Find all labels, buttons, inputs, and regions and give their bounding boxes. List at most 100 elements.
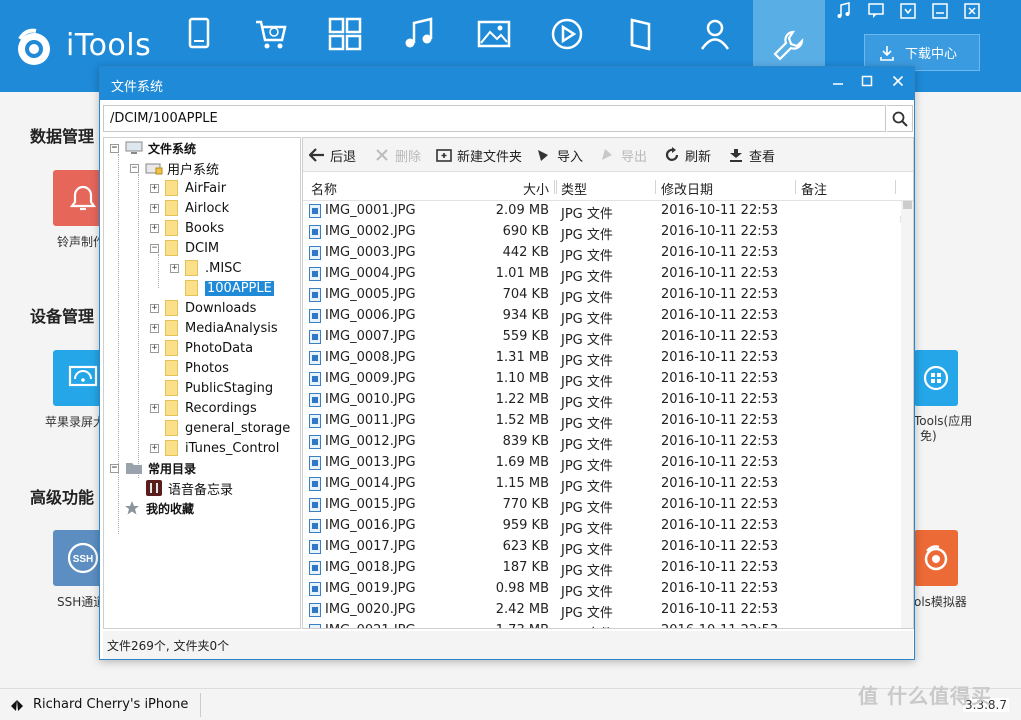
- tab-music[interactable]: [383, 0, 455, 68]
- scrollbar-thumb[interactable]: [903, 201, 912, 209]
- delete-button[interactable]: 删除: [374, 146, 421, 165]
- tree-folder[interactable]: + .MISC: [170, 258, 242, 278]
- file-row[interactable]: IMG_0014.JPG 1.15 MB JPG 文件 2016-10-11 22:5…: [303, 474, 901, 495]
- collapse-icon[interactable]: −: [150, 243, 159, 253]
- import-button[interactable]: 导入: [536, 146, 583, 165]
- column-separator[interactable]: [556, 180, 557, 194]
- tree-folder[interactable]: + AirFair: [150, 178, 226, 198]
- tree-root[interactable]: − 文件系统: [110, 138, 196, 158]
- tab-books[interactable]: [605, 0, 677, 68]
- collapse-icon[interactable]: −: [110, 463, 119, 473]
- feedback-icon[interactable]: [867, 2, 885, 20]
- tree-folder[interactable]: Photos: [165, 358, 229, 378]
- tree-folder-selected[interactable]: 100APPLE: [185, 278, 274, 298]
- file-row[interactable]: IMG_0021.JPG 1.73 MB JPG 文件 2016-10-11 22:5…: [303, 621, 901, 628]
- view-button[interactable]: 查看: [728, 146, 775, 165]
- path-input[interactable]: /DCIM/100APPLE: [103, 105, 886, 132]
- file-date: 2016-10-11 22:53: [661, 476, 779, 491]
- path-search-button[interactable]: [887, 105, 913, 132]
- file-row[interactable]: IMG_0018.JPG 187 KB JPG 文件 2016-10-11 22:53: [303, 558, 901, 579]
- dialog-titlebar[interactable]: 文件系统: [100, 67, 914, 100]
- file-row[interactable]: IMG_0008.JPG 1.31 MB JPG 文件 2016-10-11 22:5…: [303, 348, 901, 369]
- tree-folder[interactable]: + Recordings: [150, 398, 257, 418]
- file-name: IMG_0008.JPG: [325, 350, 416, 365]
- expand-icon[interactable]: +: [170, 263, 179, 273]
- tab-app-store[interactable]: [235, 0, 307, 68]
- tree-folder[interactable]: PublicStaging: [165, 378, 273, 398]
- watermark: 值 什么值得买: [858, 684, 992, 708]
- tree-folder[interactable]: + MediaAnalysis: [150, 318, 278, 338]
- refresh-button[interactable]: 刷新: [664, 146, 711, 165]
- new-folder-button[interactable]: 新建文件夹: [436, 146, 522, 165]
- collapse-icon[interactable]: −: [130, 163, 139, 173]
- file-row[interactable]: IMG_0007.JPG 559 KB JPG 文件 2016-10-11 22:53: [303, 327, 901, 348]
- expand-icon[interactable]: +: [150, 183, 159, 193]
- device-name[interactable]: Richard Cherry's iPhone: [33, 697, 188, 712]
- music-note-icon[interactable]: [835, 2, 853, 20]
- tree-folder[interactable]: + PhotoData: [150, 338, 253, 358]
- tree-folder[interactable]: + Airlock: [150, 198, 229, 218]
- file-row[interactable]: IMG_0012.JPG 839 KB JPG 文件 2016-10-11 22:53: [303, 432, 901, 453]
- tree-folder-label: 100APPLE: [205, 280, 274, 296]
- column-modified[interactable]: 修改日期: [661, 179, 713, 198]
- export-button[interactable]: 导出: [600, 146, 647, 165]
- tree-folder[interactable]: + iTunes_Control: [150, 438, 279, 458]
- tree-user-system[interactable]: − 用户系统: [130, 158, 219, 178]
- tree-folder[interactable]: + Downloads: [150, 298, 256, 318]
- tab-apps[interactable]: [309, 0, 381, 68]
- file-row[interactable]: IMG_0002.JPG 690 KB JPG 文件 2016-10-11 22:53: [303, 222, 901, 243]
- column-type[interactable]: 类型: [561, 179, 587, 198]
- file-row[interactable]: IMG_0004.JPG 1.01 MB JPG 文件 2016-10-11 22:5…: [303, 264, 901, 285]
- tab-contacts[interactable]: [679, 0, 751, 68]
- tab-photos[interactable]: [458, 0, 530, 68]
- dialog-close-button[interactable]: [887, 72, 909, 90]
- tree-voice-memo[interactable]: 语音备忘录: [146, 478, 233, 498]
- vertical-scrollbar[interactable]: [901, 201, 913, 628]
- close-icon[interactable]: [963, 2, 981, 20]
- tree-folder[interactable]: general_storage: [165, 418, 290, 438]
- column-size[interactable]: 大小: [523, 179, 549, 198]
- file-row[interactable]: IMG_0009.JPG 1.10 MB JPG 文件 2016-10-11 22:5…: [303, 369, 901, 390]
- emulator-tile[interactable]: [914, 530, 958, 586]
- expand-icon[interactable]: +: [150, 323, 159, 333]
- itools-app-tile[interactable]: [914, 350, 958, 406]
- file-row[interactable]: IMG_0019.JPG 0.98 MB JPG 文件 2016-10-11 22:5…: [303, 579, 901, 600]
- column-separator[interactable]: [655, 180, 656, 194]
- file-row[interactable]: IMG_0013.JPG 1.69 MB JPG 文件 2016-10-11 22:5…: [303, 453, 901, 474]
- tree-favorites[interactable]: 我的收藏: [124, 498, 194, 518]
- expand-icon[interactable]: +: [150, 303, 159, 313]
- file-row[interactable]: IMG_0011.JPG 1.52 MB JPG 文件 2016-10-11 22:5…: [303, 411, 901, 432]
- file-row[interactable]: IMG_0005.JPG 704 KB JPG 文件 2016-10-11 22:53: [303, 285, 901, 306]
- column-name[interactable]: 名称: [311, 179, 337, 198]
- tree-common-dirs[interactable]: − 常用目录: [110, 458, 196, 478]
- file-row[interactable]: IMG_0003.JPG 442 KB JPG 文件 2016-10-11 22:53: [303, 243, 901, 264]
- expand-icon[interactable]: +: [150, 343, 159, 353]
- column-separator[interactable]: [554, 180, 555, 194]
- expand-icon[interactable]: +: [150, 443, 159, 453]
- collapse-icon[interactable]: −: [110, 143, 119, 153]
- file-row[interactable]: IMG_0010.JPG 1.22 MB JPG 文件 2016-10-11 22:5…: [303, 390, 901, 411]
- column-separator[interactable]: [795, 180, 796, 194]
- file-row[interactable]: IMG_0001.JPG 2.09 MB JPG 文件 2016-10-11 22:5…: [303, 201, 901, 222]
- dialog-minimize-button[interactable]: [827, 72, 849, 90]
- file-row[interactable]: IMG_0020.JPG 2.42 MB JPG 文件 2016-10-11 22:5…: [303, 600, 901, 621]
- expand-icon[interactable]: +: [150, 403, 159, 413]
- tab-video[interactable]: [531, 0, 603, 68]
- minimize-icon[interactable]: [931, 2, 949, 20]
- menu-icon[interactable]: [899, 2, 917, 20]
- file-date: 2016-10-11 22:53: [661, 581, 779, 596]
- expand-icon[interactable]: +: [150, 203, 159, 213]
- tree-folder[interactable]: + Books: [150, 218, 224, 238]
- back-button[interactable]: 后退: [309, 146, 356, 165]
- file-row[interactable]: IMG_0006.JPG 934 KB JPG 文件 2016-10-11 22:53: [303, 306, 901, 327]
- column-separator[interactable]: [895, 180, 896, 194]
- tree-folder-dcim[interactable]: − DCIM: [150, 238, 219, 258]
- file-type: JPG 文件: [561, 375, 613, 390]
- file-row[interactable]: IMG_0016.JPG 959 KB JPG 文件 2016-10-11 22:53: [303, 516, 901, 537]
- tab-device[interactable]: [163, 0, 235, 68]
- file-row[interactable]: IMG_0015.JPG 770 KB JPG 文件 2016-10-11 22:53: [303, 495, 901, 516]
- expand-icon[interactable]: +: [150, 223, 159, 233]
- column-note[interactable]: 备注: [801, 179, 827, 198]
- file-row[interactable]: IMG_0017.JPG 623 KB JPG 文件 2016-10-11 22:53: [303, 537, 901, 558]
- dialog-maximize-button[interactable]: [856, 72, 878, 90]
